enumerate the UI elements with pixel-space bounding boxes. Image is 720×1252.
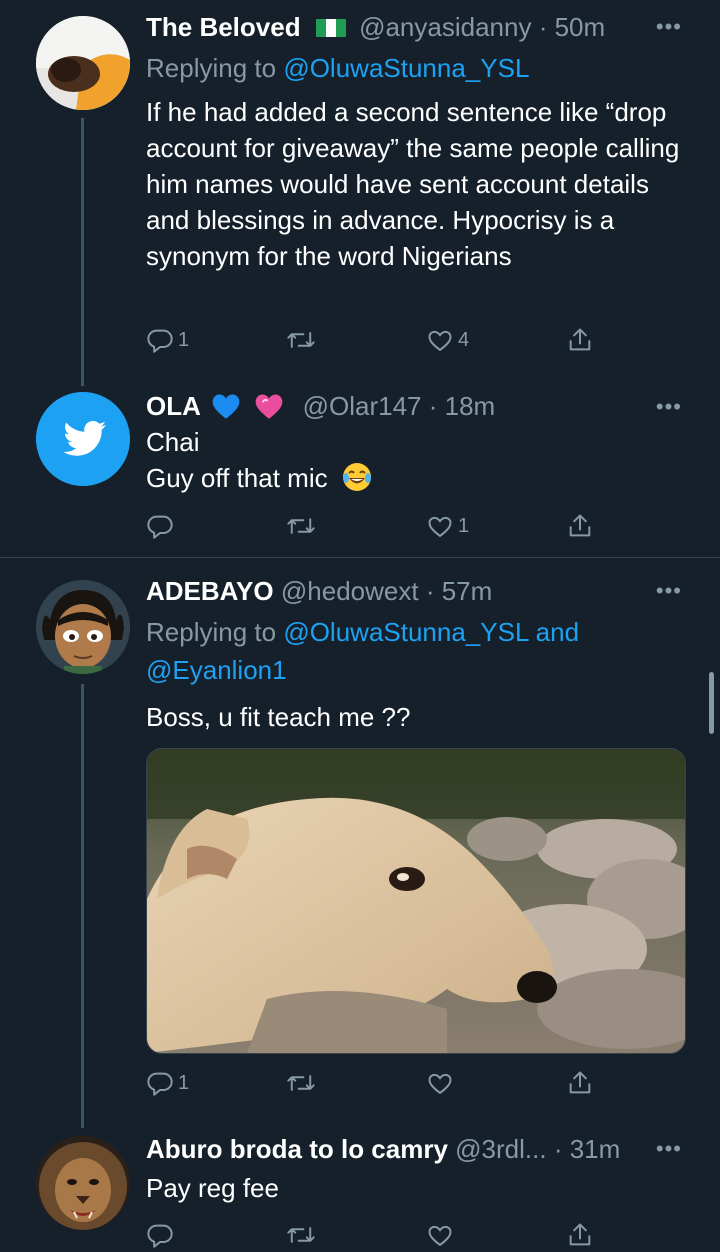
retweet-icon <box>287 1227 315 1243</box>
mention-conjunction[interactable]: and <box>528 617 579 647</box>
mention-link[interactable]: @OluwaStunna_YSL <box>283 617 528 647</box>
thread-line <box>81 684 84 1128</box>
more-options-button[interactable]: ••• <box>656 14 682 40</box>
share-button[interactable] <box>566 509 594 543</box>
more-options-button[interactable]: ••• <box>656 1136 682 1162</box>
reply-button[interactable] <box>146 1218 174 1252</box>
tweet-header: Aburo broda to lo camry @3rdl... · 31m <box>146 1133 650 1165</box>
share-button[interactable] <box>566 1066 594 1100</box>
display-name[interactable]: The Beloved <box>146 12 301 42</box>
replying-to-label: Replying to <box>146 617 284 647</box>
tweet-media-image[interactable] <box>146 748 686 1054</box>
tweet-header: ADEBAYO @hedowext · 57m <box>146 575 650 607</box>
display-name[interactable]: OLA <box>146 391 201 421</box>
retweet-icon <box>287 1075 315 1091</box>
tweet-text-line-with-emoji: Guy off that mic <box>146 460 686 496</box>
separator: · <box>538 12 548 42</box>
action-bar: 1 4 <box>146 323 606 357</box>
blue-heart-icon <box>212 394 240 419</box>
thread-line <box>81 118 84 386</box>
display-name[interactable]: ADEBAYO <box>146 576 274 606</box>
tears-of-joy-emoji-icon <box>342 463 371 491</box>
timestamp[interactable]: 57m <box>442 576 493 606</box>
tweet-2[interactable]: OLA @Olar147 · 18m ••• Chai Guy off that… <box>0 388 720 556</box>
pink-heart-icon <box>255 394 283 419</box>
heart-icon <box>428 1225 452 1247</box>
replying-to-label: Replying to <box>146 53 284 83</box>
separator: · <box>553 1134 563 1164</box>
share-icon <box>569 1223 591 1246</box>
mention-link[interactable]: @OluwaStunna_YSL <box>283 53 529 83</box>
timestamp[interactable]: 50m <box>555 12 606 42</box>
display-name[interactable]: Aburo broda to lo camry <box>146 1134 448 1164</box>
tweet-header: The Beloved @anyasidanny · 50m <box>146 11 650 43</box>
replying-to: Replying to @OluwaStunna_YSL <box>146 52 529 84</box>
tweet-4[interactable]: Aburo broda to lo camry @3rdl... · 31m •… <box>0 1128 720 1248</box>
reply-icon <box>147 515 173 539</box>
heart-icon <box>428 330 452 352</box>
share-button[interactable] <box>566 1218 594 1252</box>
reply-icon <box>147 1072 173 1096</box>
heart-icon <box>428 1073 452 1095</box>
twitter-bird-icon <box>36 392 130 486</box>
action-bar: 1 <box>146 509 606 543</box>
username[interactable]: @hedowext <box>281 576 419 606</box>
like-button[interactable] <box>426 1066 458 1100</box>
avatar[interactable] <box>36 392 130 486</box>
username[interactable]: @anyasidanny <box>359 12 531 42</box>
avatar[interactable] <box>36 1136 130 1230</box>
like-button[interactable]: 4 <box>426 323 469 357</box>
scrollbar[interactable] <box>709 672 714 734</box>
separator: · <box>428 391 438 421</box>
retweet-button[interactable] <box>286 1066 320 1100</box>
retweet-icon <box>287 518 315 534</box>
retweet-button[interactable] <box>286 1218 316 1252</box>
tweet-text: If he had added a second sentence like “… <box>146 97 680 271</box>
tweet-text: Boss, u fit teach me ?? <box>146 702 411 732</box>
like-count: 1 <box>458 514 470 537</box>
reply-icon <box>147 1224 173 1248</box>
tweet-text: Pay reg fee <box>146 1173 279 1203</box>
tweet-header: OLA @Olar147 · 18m <box>146 390 650 422</box>
like-count: 4 <box>458 328 470 351</box>
reply-button[interactable]: 1 <box>146 1066 189 1100</box>
more-options-button[interactable]: ••• <box>656 394 682 420</box>
separator: · <box>425 576 435 606</box>
replying-to: Replying to @OluwaStunna_YSL and <box>146 616 579 648</box>
tweet-1[interactable]: The Beloved @anyasidanny · 50m ••• Reply… <box>0 0 720 388</box>
timestamp[interactable]: 18m <box>445 391 496 421</box>
username[interactable]: @Olar147 <box>303 391 422 421</box>
tweet-text-line: Chai <box>146 427 200 457</box>
action-bar: 1 <box>146 1066 606 1100</box>
like-button[interactable] <box>426 1218 454 1252</box>
retweet-icon <box>287 332 315 348</box>
heart-icon <box>428 516 452 538</box>
reply-icon <box>147 329 173 353</box>
reply-button[interactable] <box>146 509 178 543</box>
avatar[interactable] <box>36 580 130 674</box>
tweet-text-line: Guy off that mic <box>146 463 328 493</box>
share-icon <box>569 328 591 351</box>
reply-button[interactable]: 1 <box>146 323 189 357</box>
like-button[interactable]: 1 <box>426 509 469 543</box>
retweet-button[interactable] <box>286 509 320 543</box>
share-icon <box>569 1071 591 1094</box>
action-bar <box>146 1218 606 1252</box>
retweet-button[interactable] <box>286 323 320 357</box>
avatar[interactable] <box>36 16 130 110</box>
reply-count: 1 <box>178 328 190 351</box>
dog-photo <box>147 749 685 1053</box>
share-icon <box>569 514 591 537</box>
replying-to-second-line: @Eyanlion1 <box>146 654 287 686</box>
nigeria-flag-icon <box>315 19 346 37</box>
mention-link[interactable]: @Eyanlion1 <box>146 655 287 685</box>
username[interactable]: @3rdl... <box>455 1134 546 1164</box>
reply-count: 1 <box>178 1071 190 1094</box>
more-options-button[interactable]: ••• <box>656 578 682 604</box>
share-button[interactable] <box>566 323 594 357</box>
tweet-text: Chai Guy off that mic <box>146 424 686 496</box>
timestamp[interactable]: 31m <box>570 1134 621 1164</box>
